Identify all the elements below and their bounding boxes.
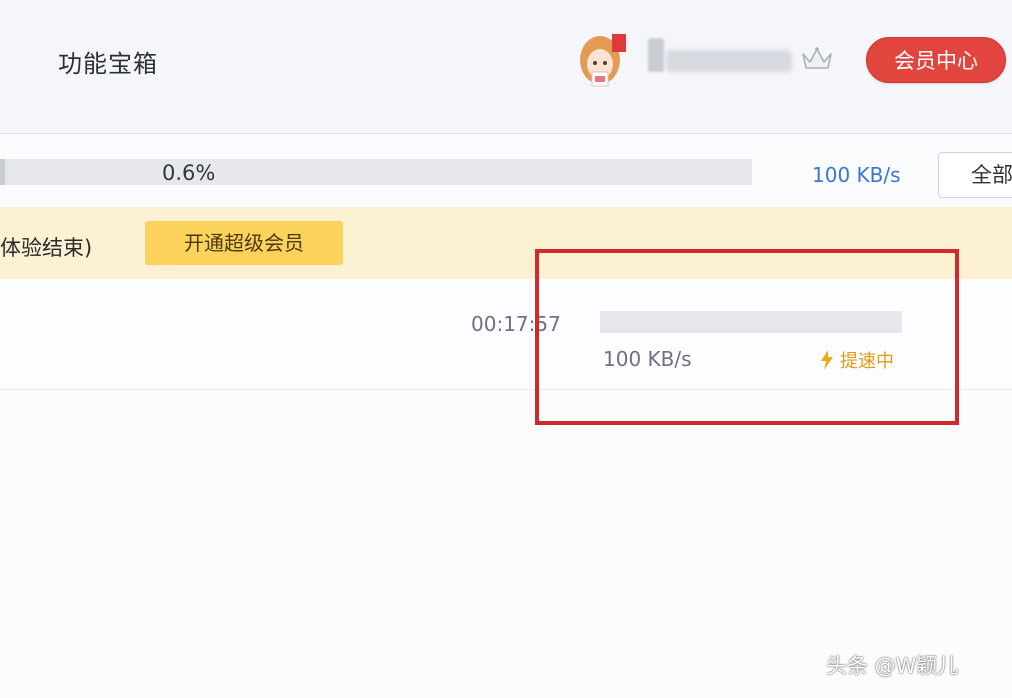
highlight-annotation-box	[535, 249, 959, 425]
download-summary-row: 0.6% 100 KB/s 全部	[0, 135, 1012, 207]
crown-icon[interactable]	[800, 46, 834, 72]
overall-download-speed: 100 KB/s	[812, 163, 901, 187]
vip-center-button[interactable]: 会员中心	[866, 37, 1006, 83]
page-title: 功能宝箱	[58, 50, 158, 78]
upgrade-super-vip-button[interactable]: 开通超级会员	[145, 221, 343, 265]
overall-progress-fill	[0, 159, 5, 185]
overall-progress-percent: 0.6%	[162, 161, 216, 185]
username-redacted	[648, 38, 794, 72]
banner-message: 体验结束)	[0, 236, 93, 260]
overall-progress-bar	[0, 159, 752, 185]
watermark: 头条 @W颖儿	[826, 654, 959, 678]
all-tasks-button[interactable]: 全部	[938, 152, 1012, 198]
app-header: 功能宝箱 会员中心	[0, 0, 1012, 134]
avatar-icon[interactable]	[578, 32, 628, 88]
